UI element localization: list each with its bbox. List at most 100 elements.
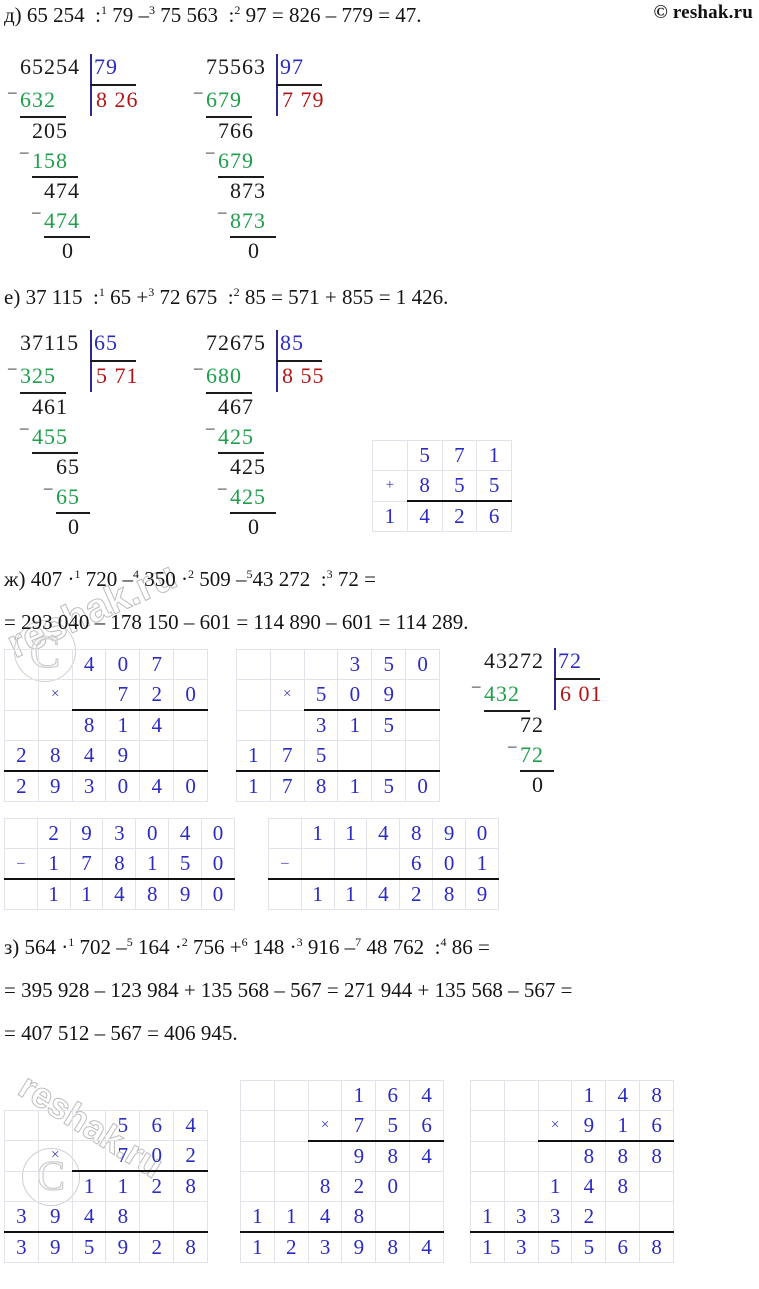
grid-subtract-114890-minus-601: 1 1 4 8 9 0 – 6 0 1 1 1 4 2 8 9 bbox=[268, 818, 499, 910]
cell: 8 bbox=[375, 1140, 411, 1172]
cell: 1 bbox=[36, 848, 71, 880]
cell: 1 bbox=[465, 848, 499, 880]
cell: 5 bbox=[476, 470, 512, 502]
cell: 8 bbox=[639, 1231, 674, 1263]
multiply-icon: × bbox=[537, 1110, 573, 1142]
table-row: 1 1 4 8 9 0 bbox=[4, 878, 235, 910]
ld-step-5: 873 bbox=[230, 208, 266, 233]
table-row: 1 1 2 8 bbox=[4, 1170, 208, 1202]
cell: 8 bbox=[639, 1140, 674, 1172]
cell: 3 bbox=[71, 770, 107, 802]
table-row: 1 6 4 bbox=[240, 1080, 444, 1111]
ld-minus-2: – bbox=[206, 142, 215, 161]
cell: 4 bbox=[307, 1201, 343, 1233]
ld-divisor: 79 bbox=[94, 54, 118, 79]
ld-step-1: 632 bbox=[20, 87, 56, 112]
cell: 7 bbox=[105, 679, 141, 711]
cell: 0 bbox=[432, 848, 467, 880]
ld-step-2: 205 bbox=[32, 118, 68, 143]
cell: 4 bbox=[409, 1140, 444, 1172]
cell: 3 bbox=[303, 709, 339, 741]
table-row: 1 7 8 1 5 0 bbox=[236, 770, 440, 802]
ld-quotient: 5 71 bbox=[96, 363, 139, 388]
table-row: 1 4 8 bbox=[470, 1080, 674, 1111]
cell: 2 bbox=[273, 1231, 309, 1263]
table-row: 8 2 0 bbox=[240, 1171, 444, 1202]
cell: 9 bbox=[37, 1231, 73, 1263]
cell: 8 bbox=[399, 818, 434, 849]
minus-icon: – bbox=[4, 848, 38, 880]
cell: 3 bbox=[337, 649, 373, 680]
cell: 8 bbox=[102, 848, 137, 880]
ld-remainder: 0 bbox=[532, 772, 544, 797]
cell bbox=[503, 1171, 539, 1202]
table-row: 9 8 4 bbox=[240, 1140, 444, 1172]
cell bbox=[4, 649, 39, 680]
ld-dividend: 75563 bbox=[206, 54, 266, 79]
cell: 0 bbox=[105, 649, 141, 680]
cell: 2 bbox=[341, 1171, 377, 1202]
worksheet-page: © reshak.ru reshak.ru C reshak.ru C д) 6… bbox=[0, 0, 759, 1289]
table-row: 1 4 2 6 bbox=[372, 500, 512, 532]
cell: 9 bbox=[105, 1231, 141, 1263]
table-row: × 7 5 6 bbox=[240, 1110, 444, 1142]
table-row: 2 8 4 9 bbox=[4, 740, 208, 772]
cell: 1 bbox=[236, 770, 271, 802]
ld-step-5: 65 bbox=[56, 484, 80, 509]
expression-d: д) 65 254 :1 79 –3 75 563 :2 97 = 826 – … bbox=[4, 3, 422, 27]
cell: 1 bbox=[135, 848, 170, 880]
cell: 6 bbox=[399, 848, 434, 880]
cell bbox=[405, 709, 440, 741]
cell: 4 bbox=[102, 878, 137, 910]
cell bbox=[503, 1140, 539, 1172]
cell: 2 bbox=[571, 1201, 607, 1233]
cell: 7 bbox=[69, 848, 104, 880]
ld-step-2: 72 bbox=[520, 712, 544, 737]
table-row: × 5 0 9 bbox=[236, 679, 440, 711]
cell: 0 bbox=[405, 770, 440, 802]
cell bbox=[470, 1110, 505, 1142]
cell bbox=[303, 649, 339, 680]
cell: 0 bbox=[405, 649, 440, 680]
multiply-icon: × bbox=[307, 1110, 343, 1142]
cell: 2 bbox=[441, 500, 478, 532]
table-row: 2 9 3 0 4 0 bbox=[4, 770, 208, 802]
cell: 1 bbox=[571, 1080, 607, 1111]
cell bbox=[139, 1201, 175, 1233]
cell: 1 bbox=[605, 1110, 641, 1142]
cell: 1 bbox=[337, 770, 373, 802]
ld-minus-1: – bbox=[194, 358, 203, 377]
cell: 5 bbox=[371, 649, 407, 680]
cell: 5 bbox=[537, 1231, 573, 1263]
cell bbox=[307, 1080, 343, 1111]
grid-multiply-148-by-916: 1 4 8 × 9 1 6 8 8 8 1 4 8 1 3 3 2 1 3 5 … bbox=[470, 1080, 674, 1263]
ld-dividend: 43272 bbox=[484, 648, 544, 673]
operator-cell: + bbox=[372, 470, 408, 501]
cell: 8 bbox=[639, 1080, 674, 1111]
cell bbox=[37, 709, 73, 741]
cell: 1 bbox=[300, 818, 335, 849]
cell: 4 bbox=[406, 500, 443, 532]
cell: 8 bbox=[71, 709, 107, 741]
cell: 0 bbox=[201, 848, 235, 880]
ld-step-2: 467 bbox=[218, 394, 254, 419]
table-row: × 7 0 2 bbox=[4, 1140, 208, 1172]
cell: 1 bbox=[476, 440, 512, 471]
cell bbox=[405, 740, 440, 772]
ld-minus-3: – bbox=[44, 478, 53, 497]
table-row: 2 9 3 0 4 0 bbox=[4, 818, 235, 849]
table-row: 3 1 5 bbox=[236, 709, 440, 741]
cell bbox=[273, 1110, 309, 1142]
cell: 1 bbox=[470, 1201, 505, 1233]
cell: 1 bbox=[105, 709, 141, 741]
cell: 3 bbox=[503, 1201, 539, 1233]
cell: 8 bbox=[307, 1171, 343, 1202]
cell bbox=[173, 649, 208, 680]
cell bbox=[273, 1140, 309, 1172]
expression-e: е) 37 115 :1 65 +3 72 675 :2 85 = 571 + … bbox=[4, 285, 449, 309]
expression-z-line1: з) 564 ·1 702 –5 164 ·2 756 +6 148 ·3 91… bbox=[4, 935, 490, 959]
cell: 6 bbox=[605, 1231, 641, 1263]
table-row: 1 1 4 2 8 9 bbox=[268, 878, 499, 910]
table-row: × 7 2 0 bbox=[4, 679, 208, 711]
table-row: 1 1 4 8 bbox=[240, 1201, 444, 1233]
